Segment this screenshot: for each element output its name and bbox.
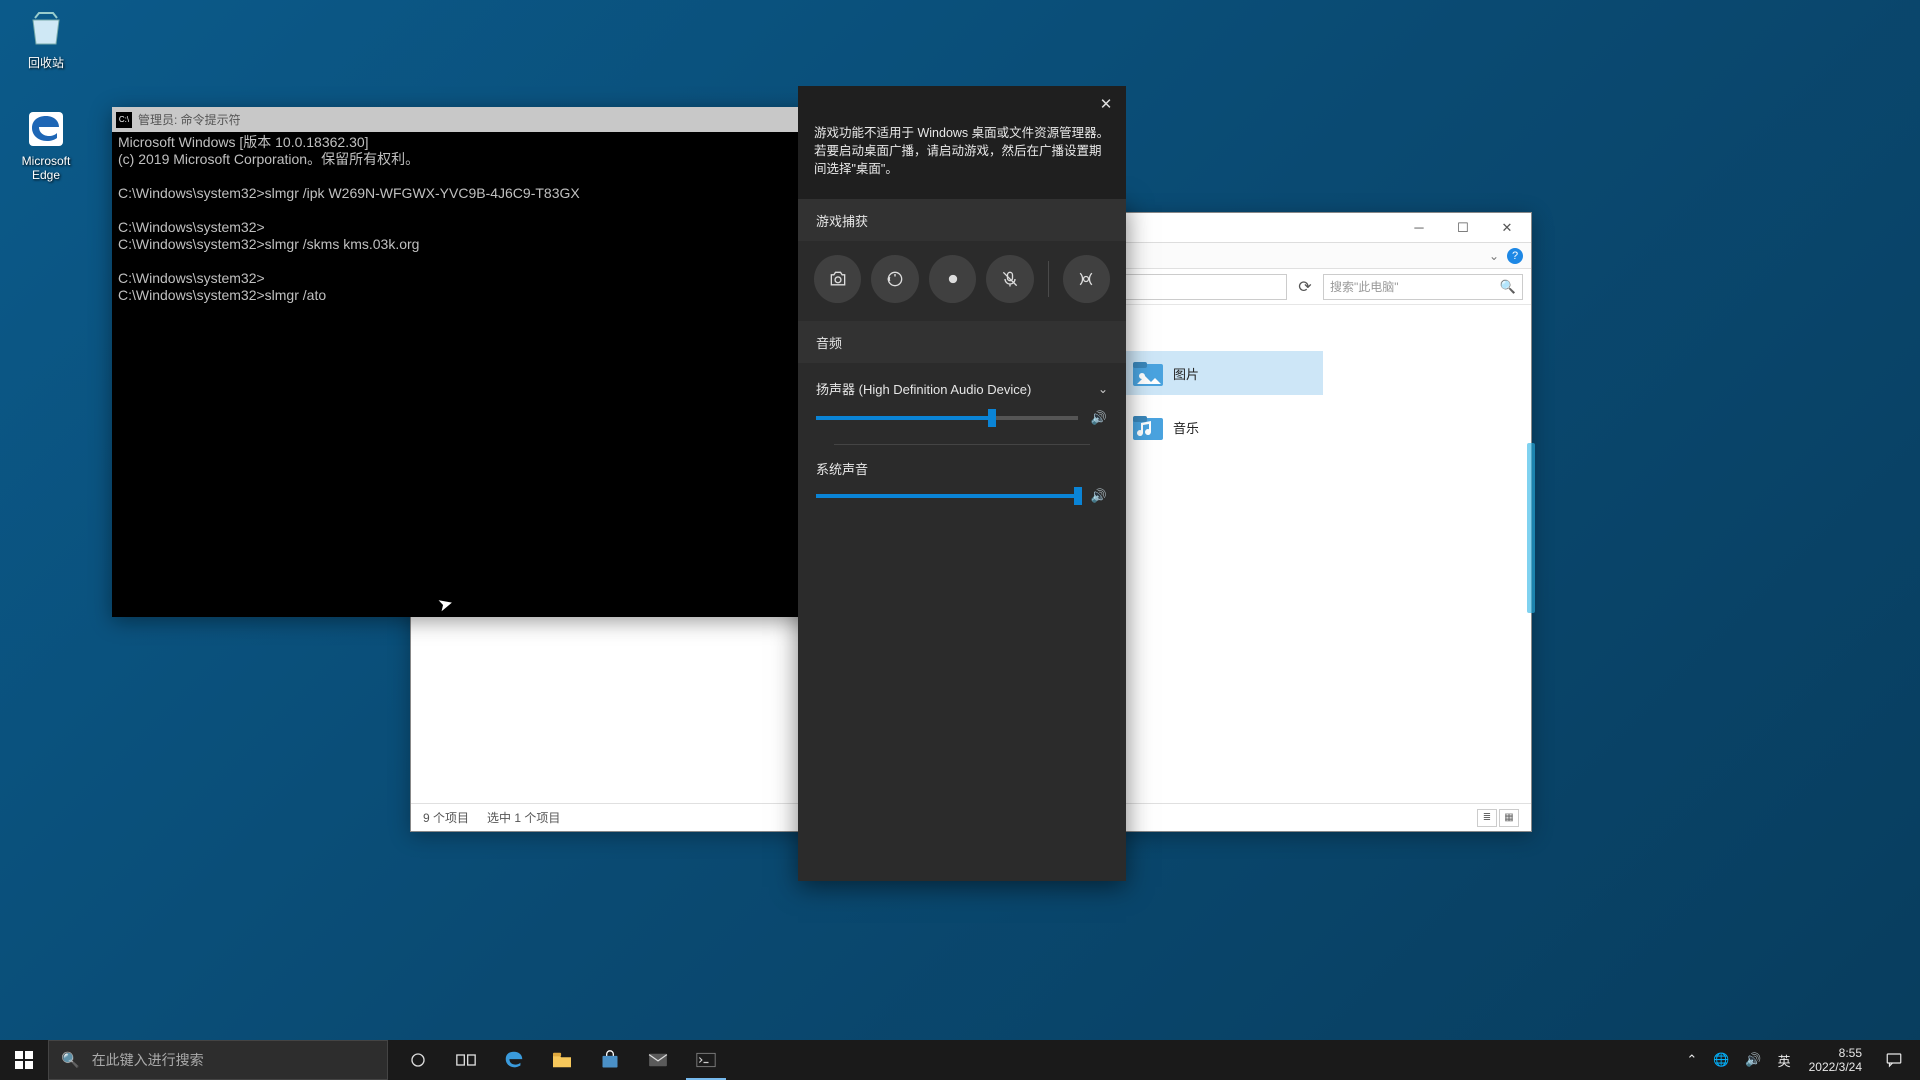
- taskbar-search-input[interactable]: 🔍 在此键入进行搜索: [48, 1040, 388, 1080]
- tray-overflow-button[interactable]: ⌃: [1678, 1040, 1705, 1080]
- cmd-line: Microsoft Windows [版本 10.0.18362.30]: [118, 134, 369, 150]
- chevron-down-icon: ⌄: [1098, 382, 1108, 396]
- recycle-bin[interactable]: 回收站: [8, 8, 84, 71]
- gamebar-notice-text: 游戏功能不适用于 Windows 桌面或文件资源管理器。若要启动桌面广播，请启动…: [814, 124, 1110, 178]
- network-icon[interactable]: 🌐: [1705, 1040, 1737, 1080]
- divider: [834, 444, 1090, 445]
- search-icon: 🔍: [1500, 279, 1516, 295]
- clock-time: 8:55: [1809, 1046, 1862, 1060]
- status-selected-count: 选中 1 个项目: [487, 809, 560, 826]
- ribbon-expand-icon[interactable]: ⌄: [1489, 249, 1499, 263]
- explorer-close-button[interactable]: ✕: [1485, 214, 1529, 242]
- record-button[interactable]: [929, 255, 976, 303]
- view-icons-button[interactable]: ▦: [1499, 809, 1519, 827]
- windows-logo-icon: [15, 1051, 33, 1069]
- separator: [1048, 261, 1049, 297]
- mail-icon: [647, 1052, 669, 1068]
- refresh-button[interactable]: ⟳: [1293, 277, 1317, 297]
- rewind-icon: [885, 269, 905, 289]
- recycle-bin-label: 回收站: [8, 54, 84, 71]
- store-icon: [600, 1050, 620, 1070]
- taskbar-search-placeholder: 在此键入进行搜索: [92, 1050, 204, 1070]
- notification-icon: [1885, 1051, 1903, 1069]
- clock[interactable]: 8:55 2022/3/24: [1799, 1046, 1872, 1074]
- broadcast-button[interactable]: [1063, 255, 1110, 303]
- cmd-taskbar-button[interactable]: [682, 1040, 730, 1080]
- audio-device-selector[interactable]: 扬声器 (High Definition Audio Device) ⌄: [816, 373, 1108, 408]
- cmd-line: C:\Windows\system32>slmgr /ipk W269N-WFG…: [118, 185, 580, 201]
- edge-shortcut[interactable]: Microsoft Edge: [8, 108, 84, 182]
- view-details-button[interactable]: ≣: [1477, 809, 1497, 827]
- folder-icon: [551, 1051, 573, 1069]
- explorer-maximize-button[interactable]: ☐: [1441, 214, 1485, 242]
- folder-label: 图片: [1173, 364, 1199, 383]
- store-taskbar-button[interactable]: [586, 1040, 634, 1080]
- mail-taskbar-button[interactable]: [634, 1040, 682, 1080]
- search-icon: 🔍: [61, 1051, 80, 1069]
- task-view-button[interactable]: [442, 1040, 490, 1080]
- recycle-bin-icon: [25, 8, 67, 50]
- volume-icon[interactable]: 🔊: [1737, 1040, 1769, 1080]
- music-folder-icon: [1131, 410, 1165, 444]
- explorer-search-placeholder: 搜索"此电脑": [1330, 278, 1399, 295]
- explorer-taskbar-button[interactable]: [538, 1040, 586, 1080]
- mic-mute-button[interactable]: [986, 255, 1033, 303]
- cortana-button[interactable]: [394, 1040, 442, 1080]
- gamebar-notice-strip: ✕ 游戏功能不适用于 Windows 桌面或文件资源管理器。若要启动桌面广播，请…: [798, 86, 1126, 199]
- folder-music[interactable]: 音乐: [1123, 405, 1323, 449]
- system-audio-label: 系统声音: [816, 455, 1108, 486]
- speaker-icon[interactable]: 🔊: [1090, 410, 1108, 426]
- capture-section-title: 游戏捕获: [798, 199, 1126, 241]
- pictures-folder-icon: [1131, 356, 1165, 390]
- broadcast-icon: [1076, 269, 1096, 289]
- cmd-line: C:\Windows\system32>slmgr /skms kms.03k.…: [118, 236, 419, 252]
- explorer-search-input[interactable]: 搜索"此电脑" 🔍: [1323, 274, 1523, 300]
- explorer-minimize-button[interactable]: ─: [1397, 214, 1441, 242]
- record-last-button[interactable]: [871, 255, 918, 303]
- ime-indicator[interactable]: 英: [1770, 1040, 1799, 1080]
- audio-section-title: 音频: [798, 321, 1126, 363]
- clock-date: 2022/3/24: [1809, 1060, 1862, 1074]
- audio-device-label: 扬声器 (High Definition Audio Device): [816, 379, 1031, 398]
- edge-taskbar-button[interactable]: [490, 1040, 538, 1080]
- action-center-button[interactable]: [1872, 1051, 1916, 1069]
- capture-buttons-row: [798, 241, 1126, 321]
- record-icon: [943, 269, 963, 289]
- snap-hint: [1527, 443, 1535, 613]
- edge-icon: [503, 1049, 525, 1071]
- gamebar-close-button[interactable]: ✕: [1094, 92, 1118, 116]
- mic-off-icon: [1000, 269, 1020, 289]
- system-volume-slider[interactable]: [816, 494, 1078, 498]
- speaker-icon[interactable]: 🔊: [1090, 488, 1108, 504]
- cmd-icon: C:\: [116, 112, 132, 128]
- screenshot-button[interactable]: [814, 255, 861, 303]
- folder-label: 音乐: [1173, 418, 1199, 437]
- cmd-line: C:\Windows\system32>: [118, 219, 265, 235]
- cmd-line: (c) 2019 Microsoft Corporation。保留所有权利。: [118, 151, 419, 167]
- system-tray: ⌃ 🌐 🔊 英 8:55 2022/3/24: [1678, 1040, 1920, 1080]
- taskbar: 🔍 在此键入进行搜索 ⌃ 🌐 🔊 英 8:55 2022/3/24: [0, 1040, 1920, 1080]
- folder-pictures[interactable]: 图片: [1123, 351, 1323, 395]
- start-button[interactable]: [0, 1040, 48, 1080]
- edge-icon: [25, 108, 67, 150]
- cmd-line: C:\Windows\system32>slmgr /ato: [118, 287, 326, 303]
- terminal-icon: [696, 1052, 716, 1068]
- gamebar-panel: ✕ 游戏功能不适用于 Windows 桌面或文件资源管理器。若要启动桌面广播，请…: [798, 199, 1126, 881]
- device-volume-slider[interactable]: [816, 416, 1078, 420]
- edge-label: Microsoft Edge: [8, 154, 84, 182]
- help-icon[interactable]: ?: [1507, 248, 1523, 264]
- camera-icon: [828, 269, 848, 289]
- status-item-count: 9 个项目: [423, 809, 469, 826]
- cmd-line: C:\Windows\system32>: [118, 270, 265, 286]
